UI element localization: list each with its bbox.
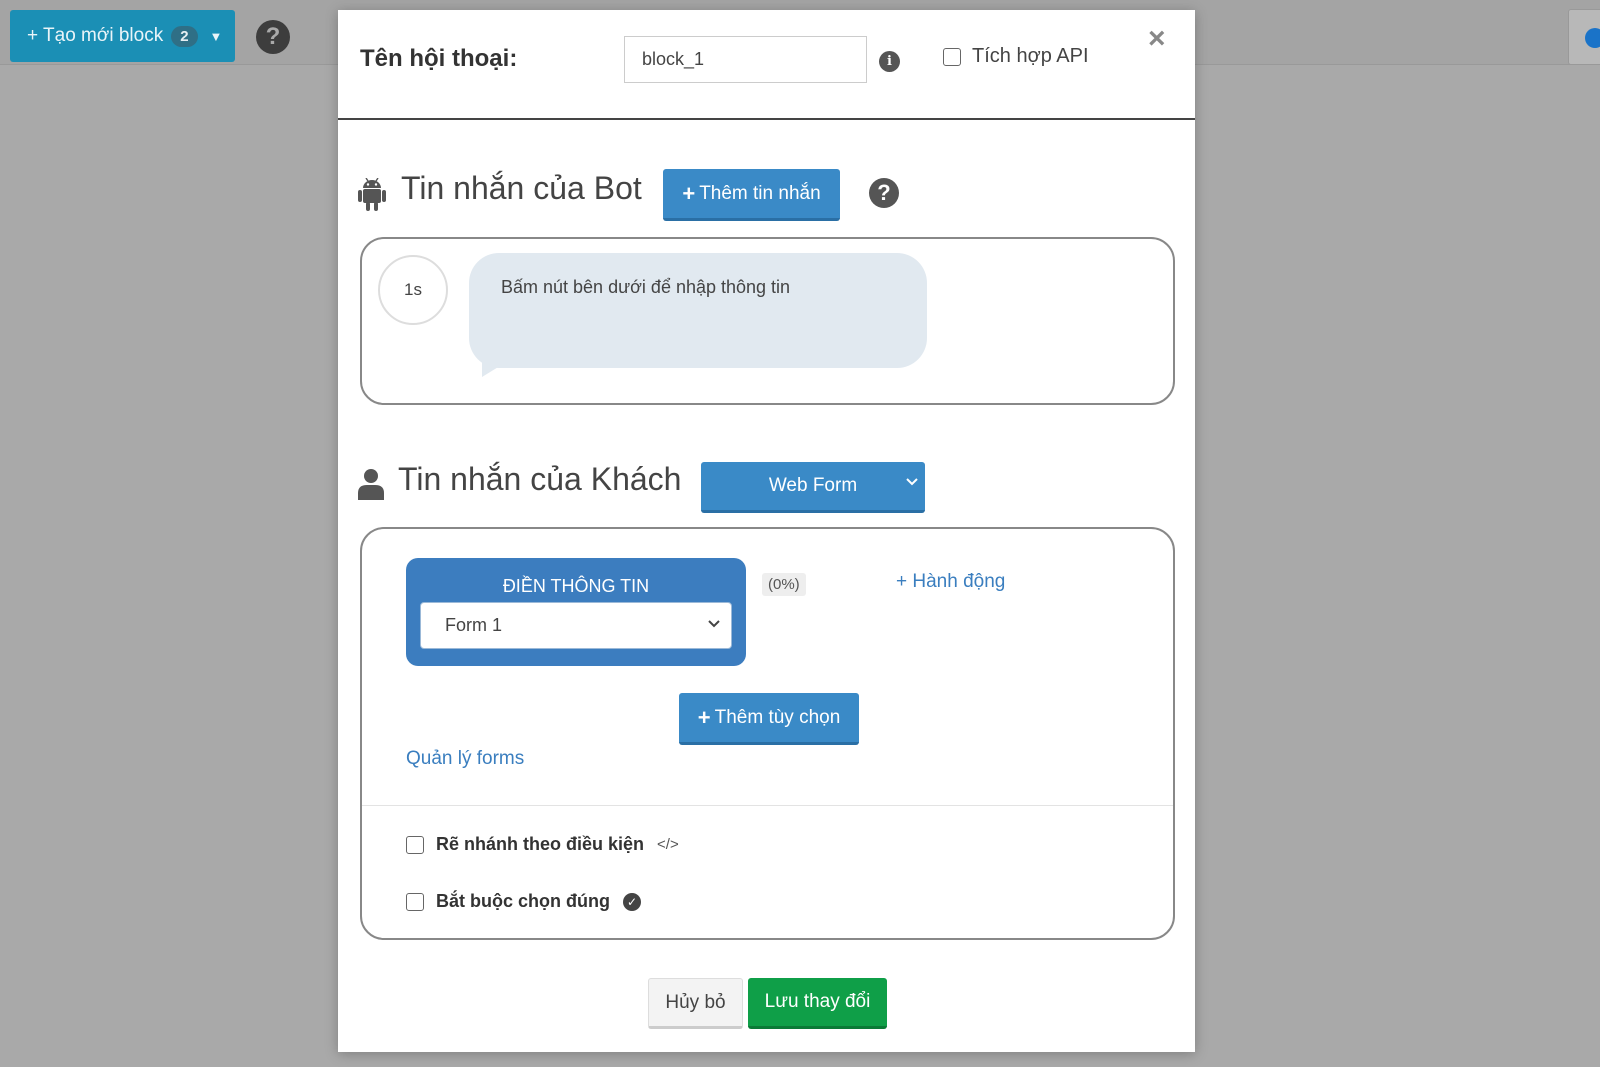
user-icon: [358, 469, 384, 500]
api-checkbox[interactable]: [943, 47, 961, 66]
messenger-button[interactable]: [1568, 9, 1600, 65]
modal-header: Tên hội thoại: i Tích hợp API ×: [338, 10, 1195, 120]
guest-type-select[interactable]: Web Form: [701, 462, 925, 513]
bot-section-title: Tin nhắn của Bot: [401, 170, 642, 206]
block-edit-modal: Tên hội thoại: i Tích hợp API × Tin nhắn…: [338, 10, 1195, 1052]
chevron-down-icon: [906, 478, 918, 486]
required-checkbox[interactable]: [406, 892, 424, 911]
bot-message-text: Bấm nút bên dưới để nhập thông tin: [501, 277, 791, 297]
bubble-tail: [482, 361, 508, 377]
bot-message-bubble[interactable]: Bấm nút bên dưới để nhập thông tin: [469, 253, 927, 368]
divider: [362, 805, 1173, 806]
api-label: Tích hợp API: [972, 45, 1089, 67]
chevron-down-icon: [708, 620, 720, 628]
info-icon[interactable]: i: [879, 51, 900, 72]
guest-section-title: Tin nhắn của Khách: [398, 461, 682, 497]
required-correct-option[interactable]: Bắt buộc chọn đúng ✓: [406, 891, 641, 912]
branch-checkbox[interactable]: [406, 835, 424, 854]
create-block-button[interactable]: + Tạo mới block 2 ▼: [10, 10, 235, 62]
add-option-label: Thêm tùy chọn: [714, 706, 841, 728]
add-message-button[interactable]: + Thêm tin nhắn: [663, 169, 840, 221]
bot-message-box: 1s Bấm nút bên dưới để nhập thông tin: [360, 237, 1175, 405]
plus-icon: +: [682, 180, 696, 206]
branch-label: Rẽ nhánh theo điều kiện: [436, 834, 645, 854]
form-select[interactable]: Form 1: [420, 602, 732, 649]
cancel-button[interactable]: Hủy bỏ: [648, 978, 743, 1029]
branch-condition-option[interactable]: Rẽ nhánh theo điều kiện </>: [406, 834, 679, 855]
manage-forms-link[interactable]: Quản lý forms: [406, 748, 524, 770]
save-button[interactable]: Lưu thay đổi: [748, 978, 887, 1029]
guest-message-box: ĐIỀN THÔNG TIN Form 1 (0%) + Hành động +…: [360, 527, 1175, 940]
form-select-value: Form 1: [445, 615, 503, 635]
api-integration-toggle[interactable]: Tích hợp API: [943, 45, 1089, 68]
check-circle-icon: ✓: [622, 892, 641, 911]
caret-down-icon: ▼: [209, 28, 223, 44]
fill-info-card[interactable]: ĐIỀN THÔNG TIN Form 1: [406, 558, 746, 666]
help-icon[interactable]: ?: [256, 20, 290, 54]
percent-badge: (0%): [762, 573, 806, 596]
add-action-link[interactable]: + Hành động: [896, 571, 1005, 593]
delay-indicator[interactable]: 1s: [378, 255, 448, 325]
conversation-name-input[interactable]: [624, 36, 867, 83]
add-message-label: Thêm tin nhắn: [699, 182, 821, 204]
required-label: Bắt buộc chọn đúng: [436, 891, 610, 911]
fill-info-title: ĐIỀN THÔNG TIN: [502, 576, 650, 596]
create-block-label: + Tạo mới block: [27, 25, 164, 46]
plus-icon: +: [697, 704, 711, 730]
code-icon: </>: [657, 836, 679, 853]
guest-type-value: Web Form: [768, 475, 858, 496]
block-count-badge: 2: [171, 25, 198, 47]
add-option-button[interactable]: + Thêm tùy chọn: [679, 693, 859, 745]
android-icon: [358, 178, 386, 211]
conversation-name-label: Tên hội thoại:: [360, 45, 518, 72]
messenger-icon: [1585, 28, 1600, 48]
close-icon[interactable]: ×: [1148, 22, 1166, 56]
bot-help-icon[interactable]: ?: [869, 178, 899, 208]
